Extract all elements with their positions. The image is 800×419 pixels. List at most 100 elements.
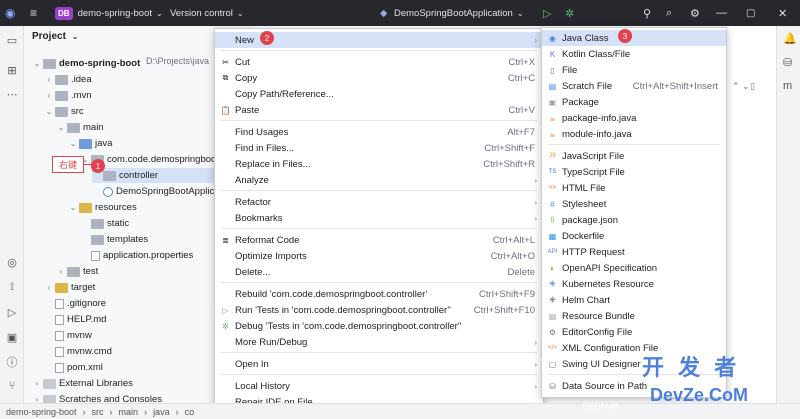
breadcrumb-item[interactable]: src <box>92 407 104 417</box>
new-submenu-item[interactable]: ⎈ Helm Chart <box>542 292 726 308</box>
context-menu-item[interactable]: Replace in Files... Ctrl+Shift+R <box>215 156 543 172</box>
context-menu-item[interactable]: Local History › <box>215 378 543 394</box>
run-icon[interactable]: ▷ <box>543 0 551 26</box>
services-tool-icon[interactable]: ◎ <box>4 254 20 270</box>
watermark-domain: DevZe.CoM <box>650 385 749 405</box>
new-submenu-item[interactable]: JS JavaScript File <box>542 148 726 164</box>
expand-arrow-icon[interactable]: ⌄ <box>56 123 66 132</box>
gear-icon[interactable]: ⚙ <box>690 0 700 26</box>
maven-icon[interactable]: m <box>783 80 792 92</box>
context-menu-item[interactable]: Optimize Imports Ctrl+Alt+O <box>215 248 543 264</box>
expand-arrow-icon[interactable]: ⌄ <box>44 107 54 116</box>
new-submenu-item[interactable]: API HTTP Request <box>542 244 726 260</box>
breadcrumb-item[interactable]: java <box>153 407 170 417</box>
vcs-menu[interactable]: Version control ⌄ <box>170 0 244 26</box>
editor-nav-arrows[interactable]: ⌃ ⌄ <box>732 81 750 92</box>
file-icon <box>55 346 64 357</box>
breadcrumb-item[interactable]: main <box>119 407 139 417</box>
project-path: D:\Projects\java <box>146 56 210 66</box>
context-menu-item[interactable]: Refactor › <box>215 194 543 210</box>
ide-logo-icon[interactable]: ◉ <box>5 0 15 26</box>
new-submenu-item[interactable]: ▦ Dockerfile <box>542 228 726 244</box>
project-panel-title: Project <box>32 31 66 42</box>
menu-item-label: Optimize Imports <box>235 250 307 262</box>
project-switcher[interactable]: DB demo-spring-boot ⌄ <box>55 0 163 26</box>
menu-item-label: Find Usages <box>235 126 289 138</box>
structure-tool-icon[interactable]: ⊞ <box>4 62 20 78</box>
more-tools-icon[interactable]: ⋯ <box>4 86 20 102</box>
context-menu-item[interactable]: Find in Files... Ctrl+Shift+F <box>215 140 543 156</box>
menu-item-label: Run 'Tests in 'com.code.demospringboot.c… <box>235 304 451 316</box>
new-submenu-item[interactable]: {} package.json <box>542 212 726 228</box>
run-tool-icon[interactable]: ▷ <box>4 304 20 320</box>
main-menu-icon[interactable]: ≡ <box>30 0 37 26</box>
build-tool-icon[interactable]: ⟟ <box>4 279 20 295</box>
context-menu-item[interactable]: Rebuild 'com.code.demospringboot.control… <box>215 286 543 302</box>
menu-separator <box>221 282 537 283</box>
context-menu-item[interactable]: Bookmarks › <box>215 210 543 226</box>
new-submenu-item[interactable]: ◐ OpenAPI Specification <box>542 260 726 276</box>
new-submenu-item[interactable]: ▯ File <box>542 62 726 78</box>
context-menu-item[interactable]: More Run/Debug › <box>215 334 543 350</box>
expand-arrow-icon[interactable]: › <box>32 379 42 388</box>
new-submenu-item[interactable]: ▤ Resource Bundle <box>542 308 726 324</box>
new-submenu-item[interactable]: ☕ module-info.java <box>542 126 726 142</box>
context-menu-item[interactable]: ≣ Reformat Code Ctrl+Alt+L <box>215 232 543 248</box>
context-menu-item[interactable]: ✲ Debug 'Tests in 'com.code.demospringboo… <box>215 318 543 334</box>
project-panel-header[interactable]: Project ⌄ <box>32 31 78 42</box>
submenu-arrow-icon: › <box>534 175 537 185</box>
breadcrumb-item[interactable]: co <box>185 407 195 417</box>
context-menu-item[interactable]: Open In › <box>215 356 543 372</box>
expand-arrow-icon[interactable]: › <box>44 283 54 292</box>
context-menu-item[interactable]: ⧉ Copy Ctrl+C <box>215 70 543 86</box>
new-submenu-item[interactable]: ◉ Java Class <box>542 30 726 46</box>
problems-tool-icon[interactable]: ⓘ <box>4 354 20 370</box>
context-menu-item[interactable]: Find Usages Alt+F7 <box>215 124 543 140</box>
maximize-icon[interactable]: ▢ <box>746 0 755 26</box>
new-submenu-item[interactable]: ⎈ Kubernetes Resource <box>542 276 726 292</box>
expand-arrow-icon[interactable]: ⌄ <box>32 59 42 68</box>
context-menu-item[interactable]: Delete... Delete <box>215 264 543 280</box>
new-submenu-item[interactable]: ☕ package-info.java <box>542 110 726 126</box>
menu-item-label: Local History <box>235 380 290 392</box>
menu-item-label: Refactor <box>235 196 271 208</box>
debug-icon[interactable]: ✲ <box>565 0 574 26</box>
close-icon[interactable]: ✕ <box>778 0 787 26</box>
new-submenu-item[interactable]: <> HTML File <box>542 180 726 196</box>
context-menu-item[interactable]: Copy Path/Reference... <box>215 86 543 102</box>
expand-arrow-icon[interactable]: › <box>56 267 66 276</box>
editor-dock-icon[interactable]: ▯ <box>750 81 755 92</box>
context-menu-item[interactable]: Analyze › <box>215 172 543 188</box>
add-user-icon[interactable]: ⚲ <box>643 0 651 26</box>
expand-arrow-icon[interactable]: › <box>44 91 54 100</box>
menu-item-label: package.json <box>562 214 618 226</box>
new-submenu-item[interactable]: ▣ Package <box>542 94 726 110</box>
tree-item-label: application.properties <box>103 250 194 261</box>
terminal-tool-icon[interactable]: ▣ <box>4 329 20 345</box>
search-icon[interactable]: ⌕ <box>666 0 672 26</box>
project-tool-icon[interactable]: ▭ <box>4 32 20 48</box>
context-menu-item[interactable]: ▷ Run 'Tests in 'com.code.demospringboot.… <box>215 302 543 318</box>
database-icon[interactable]: ⛁ <box>783 56 792 69</box>
breadcrumb-separator-icon: › <box>144 406 148 417</box>
expand-arrow-icon[interactable]: ⌄ <box>68 139 78 148</box>
menu-item-label: Stylesheet <box>562 198 607 210</box>
new-submenu-item[interactable]: # Stylesheet <box>542 196 726 212</box>
expand-arrow-icon[interactable]: › <box>44 75 54 84</box>
new-submenu-item[interactable]: TS TypeScript File <box>542 164 726 180</box>
new-submenu-item[interactable]: K Kotlin Class/File <box>542 46 726 62</box>
git-tool-icon[interactable]: ⑂ <box>4 378 20 394</box>
context-menu-item[interactable]: ✂ Cut Ctrl+X <box>215 54 543 70</box>
expand-arrow-icon[interactable]: ⌄ <box>68 203 78 212</box>
vcs-label: Version control <box>170 7 233 19</box>
folder-icon <box>55 106 68 117</box>
context-menu-item[interactable]: 📋 Paste Ctrl+V <box>215 102 543 118</box>
notifications-icon[interactable]: 🔔 <box>783 32 797 45</box>
menu-item-label: package-info.java <box>562 112 637 124</box>
tree-item-label: test <box>83 266 99 277</box>
new-submenu-item[interactable]: ▤ Scratch File Ctrl+Alt+Shift+Insert <box>542 78 726 94</box>
new-submenu-item[interactable]: ⚙ EditorConfig File <box>542 324 726 340</box>
minimize-icon[interactable]: — <box>716 0 727 26</box>
run-config-selector[interactable]: DemoSpringBootApplication ⌄ <box>394 0 524 26</box>
breadcrumb-item[interactable]: demo-spring-boot <box>6 407 77 417</box>
